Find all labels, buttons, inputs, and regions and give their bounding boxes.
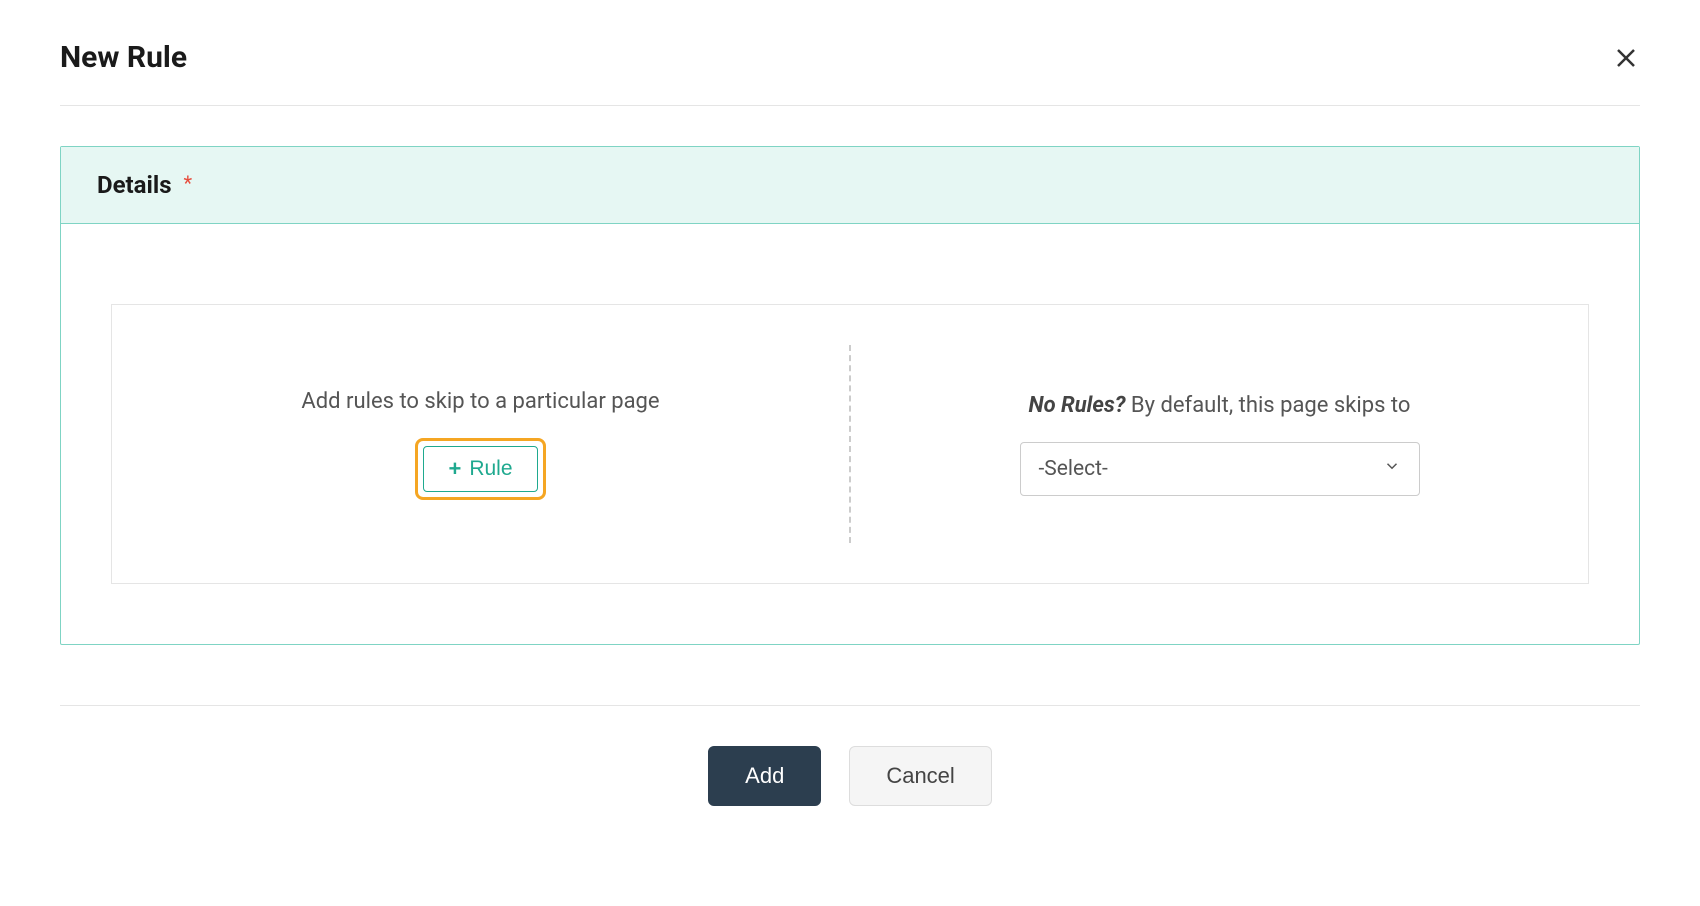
cancel-button[interactable]: Cancel (849, 746, 991, 806)
default-skip-panel: No Rules? By default, this page skips to… (851, 305, 1588, 583)
rules-inner-box: Add rules to skip to a particular page +… (111, 304, 1589, 584)
details-header: Details * (61, 147, 1639, 224)
modal-title: New Rule (60, 40, 187, 75)
add-rules-instruction: Add rules to skip to a particular page (301, 389, 659, 414)
default-skip-text: No Rules? By default, this page skips to (1029, 393, 1411, 418)
details-section: Details * Add rules to skip to a particu… (60, 146, 1640, 645)
no-rules-prefix: No Rules? (1029, 393, 1126, 418)
new-rule-modal: New Rule Details * Add rules to skip to … (10, 0, 1690, 906)
select-value: -Select- (1039, 457, 1108, 481)
modal-footer: Add Cancel (60, 705, 1640, 806)
required-asterisk: * (184, 171, 193, 195)
close-icon[interactable] (1612, 44, 1640, 72)
details-title: Details (97, 171, 172, 199)
modal-header: New Rule (60, 40, 1640, 106)
skip-select-wrapper: -Select- (1020, 442, 1420, 496)
add-rules-panel: Add rules to skip to a particular page +… (112, 305, 849, 583)
chevron-down-icon (1383, 457, 1401, 481)
add-button[interactable]: Add (708, 746, 821, 806)
rule-button-highlight: + Rule (415, 438, 545, 500)
add-rule-button[interactable]: + Rule (423, 446, 537, 492)
details-body: Add rules to skip to a particular page +… (61, 224, 1639, 644)
skip-page-select[interactable]: -Select- (1020, 442, 1420, 496)
rule-button-label: Rule (469, 457, 512, 481)
no-rules-suffix: By default, this page skips to (1125, 393, 1410, 418)
plus-icon: + (448, 458, 461, 480)
